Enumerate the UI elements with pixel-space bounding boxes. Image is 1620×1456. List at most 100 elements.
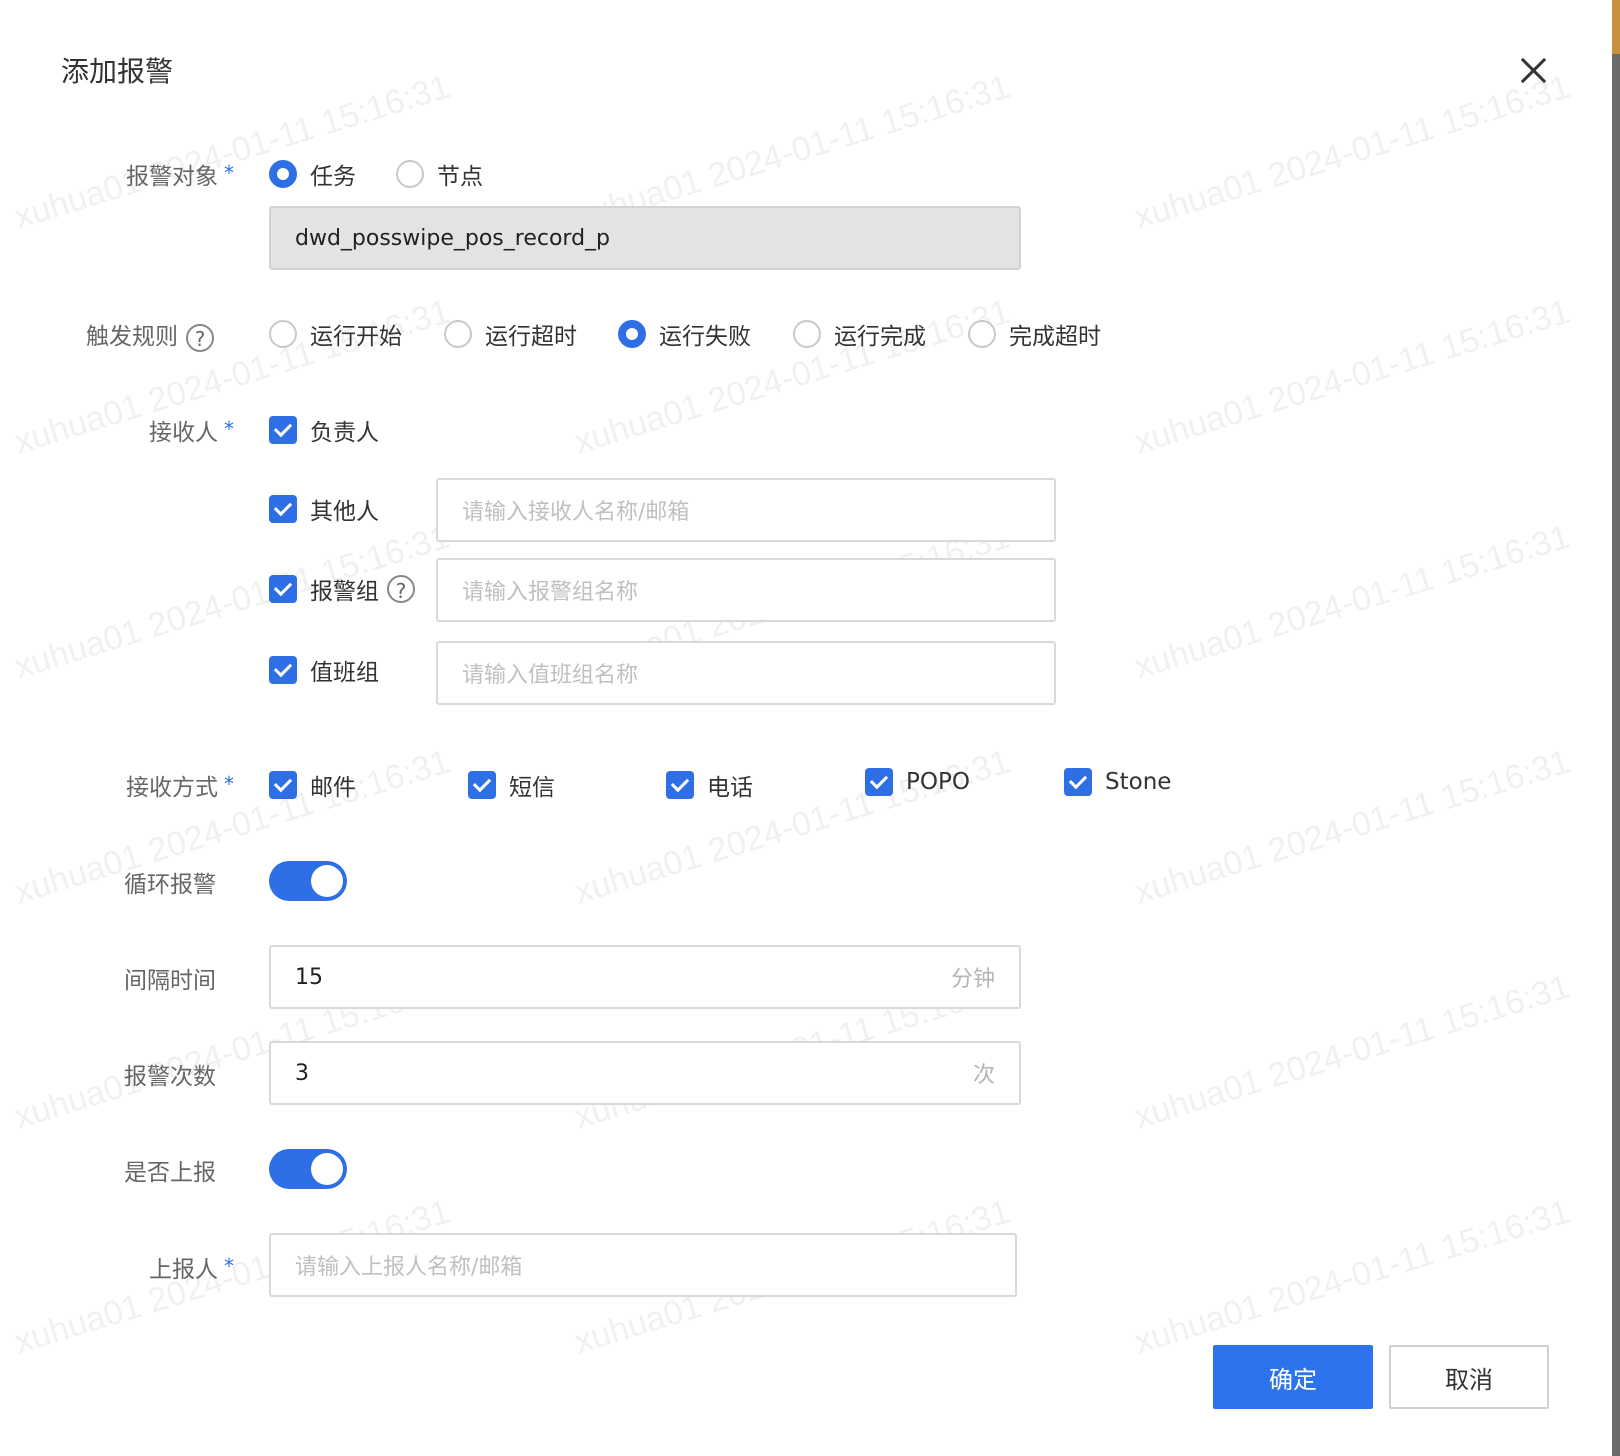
checkbox-checked-icon — [468, 771, 496, 799]
radio-button-icon — [793, 320, 821, 348]
watermark: xuhua01 2024-01-11 15:16:31 — [1130, 517, 1575, 687]
checkbox-label: 短信 — [509, 775, 555, 801]
background-window-edge — [1612, 0, 1620, 1456]
radio-target-node[interactable]: 节点 — [396, 157, 483, 191]
checkbox-checked-icon — [865, 768, 893, 796]
checkbox-method-phone[interactable]: 电话 — [666, 768, 753, 802]
checkbox-checked-icon — [269, 656, 297, 684]
checkbox-label: 其他人 — [310, 499, 379, 525]
radio-button-icon — [444, 320, 472, 348]
alert-target-field: dwd_posswipe_pos_record_p — [269, 206, 1021, 270]
radio-target-task[interactable]: 任务 — [269, 157, 356, 191]
duty-group-input[interactable]: 请输入值班组名称 — [436, 641, 1056, 705]
alert-count-label: 报警次数 — [124, 1064, 216, 1090]
radio-label: 运行完成 — [834, 324, 926, 350]
checkbox-label: 邮件 — [310, 775, 356, 801]
toggle-knob — [311, 865, 343, 897]
checkbox-method-popo[interactable]: POPO — [865, 768, 970, 796]
checkbox-duty-group[interactable]: 值班组 — [269, 653, 379, 687]
alert-group-input-placeholder: 请输入报警组名称 — [462, 580, 639, 605]
alert-count-input[interactable]: 3 次 — [269, 1041, 1021, 1105]
radio-trigger-timeout[interactable]: 运行超时 — [444, 317, 577, 351]
trigger-rule-label: 触发规则? — [86, 317, 214, 352]
radio-button-icon — [968, 320, 996, 348]
alert-group-input[interactable]: 请输入报警组名称 — [436, 558, 1056, 622]
checkbox-label: POPO — [906, 769, 970, 795]
radio-button-icon — [269, 160, 297, 188]
toggle-knob — [311, 1153, 343, 1185]
checkbox-method-email[interactable]: 邮件 — [269, 768, 356, 802]
checkbox-others[interactable]: 其他人 — [269, 492, 379, 526]
interval-suffix: 分钟 — [950, 967, 995, 992]
interval-label: 间隔时间 — [124, 968, 216, 994]
reporter-label-text: 上报人 — [149, 1257, 218, 1283]
escalate-label: 是否上报 — [124, 1160, 216, 1186]
checkbox-checked-icon — [666, 771, 694, 799]
radio-button-icon — [396, 160, 424, 188]
radio-button-icon — [269, 320, 297, 348]
trigger-rule-label-text: 触发规则 — [86, 324, 178, 350]
watermark: xuhua01 2024-01-11 15:16:31 — [1130, 967, 1575, 1137]
checkbox-checked-icon — [1064, 768, 1092, 796]
watermark: xuhua01 2024-01-11 15:16:31 — [1130, 67, 1575, 237]
radio-trigger-failure[interactable]: 运行失败 — [618, 317, 751, 351]
receive-method-label-text: 接收方式 — [126, 775, 218, 801]
cancel-button[interactable]: 取消 — [1389, 1345, 1549, 1409]
required-mark: * — [224, 1254, 234, 1278]
checkbox-label: 值班组 — [310, 660, 379, 686]
watermark: xuhua01 2024-01-11 15:16:31 — [1130, 742, 1575, 912]
watermark: xuhua01 2024-01-11 15:16:31 — [1130, 1192, 1575, 1362]
radio-button-icon — [618, 320, 646, 348]
dialog-title: 添加报警 — [61, 55, 174, 88]
checkbox-label: 报警组 — [310, 579, 379, 605]
receive-method-label: 接收方式 * — [126, 768, 234, 802]
checkbox-alert-group[interactable]: 报警组 ? — [269, 572, 415, 606]
others-input[interactable]: 请输入接收人名称/邮箱 — [436, 478, 1056, 542]
checkbox-checked-icon — [269, 416, 297, 444]
confirm-button[interactable]: 确定 — [1213, 1345, 1373, 1409]
radio-trigger-complete-timeout[interactable]: 完成超时 — [968, 317, 1101, 351]
help-icon[interactable]: ? — [186, 323, 214, 352]
help-icon[interactable]: ? — [387, 575, 415, 603]
checkbox-owner[interactable]: 负责人 — [269, 413, 379, 447]
radio-trigger-complete[interactable]: 运行完成 — [793, 317, 926, 351]
checkbox-checked-icon — [269, 771, 297, 799]
checkbox-method-sms[interactable]: 短信 — [468, 768, 555, 802]
alert-count-value: 3 — [295, 1060, 309, 1086]
add-alert-dialog: xuhua01 2024-01-11 15:16:31 xuhua01 2024… — [0, 0, 1612, 1456]
interval-value: 15 — [295, 964, 323, 990]
checkbox-checked-icon — [269, 575, 297, 603]
alert-target-label: 报警对象 * — [126, 157, 234, 191]
background-accent — [1612, 0, 1620, 54]
checkbox-checked-icon — [269, 495, 297, 523]
watermark: xuhua01 2024-01-11 15:16:31 — [1130, 292, 1575, 462]
alert-target-label-text: 报警对象 — [126, 164, 218, 190]
alert-target-value: dwd_posswipe_pos_record_p — [295, 225, 611, 251]
close-icon[interactable] — [1515, 52, 1551, 88]
radio-label: 任务 — [310, 164, 356, 190]
loop-alert-toggle[interactable] — [269, 861, 347, 901]
loop-alert-label: 循环报警 — [124, 872, 216, 898]
receivers-label: 接收人 * — [149, 413, 234, 447]
alert-count-suffix: 次 — [972, 1063, 995, 1088]
checkbox-label: Stone — [1105, 769, 1172, 795]
duty-group-input-placeholder: 请输入值班组名称 — [462, 663, 639, 688]
reporter-input[interactable]: 请输入上报人名称/邮箱 — [269, 1233, 1017, 1297]
radio-label: 节点 — [437, 164, 483, 190]
required-mark: * — [224, 161, 234, 185]
interval-input[interactable]: 15 分钟 — [269, 945, 1021, 1009]
reporter-label: 上报人 * — [149, 1250, 234, 1284]
escalate-toggle[interactable] — [269, 1149, 347, 1189]
radio-label: 运行超时 — [485, 324, 577, 350]
checkbox-method-stone[interactable]: Stone — [1064, 768, 1171, 796]
others-input-placeholder: 请输入接收人名称/邮箱 — [462, 500, 690, 525]
radio-label: 完成超时 — [1009, 324, 1101, 350]
radio-label: 运行开始 — [310, 324, 402, 350]
required-mark: * — [224, 417, 234, 441]
checkbox-label: 电话 — [707, 775, 753, 801]
radio-label: 运行失败 — [659, 324, 751, 350]
reporter-input-placeholder: 请输入上报人名称/邮箱 — [295, 1255, 523, 1280]
radio-trigger-start[interactable]: 运行开始 — [269, 317, 402, 351]
required-mark: * — [224, 772, 234, 796]
receivers-label-text: 接收人 — [149, 420, 218, 446]
